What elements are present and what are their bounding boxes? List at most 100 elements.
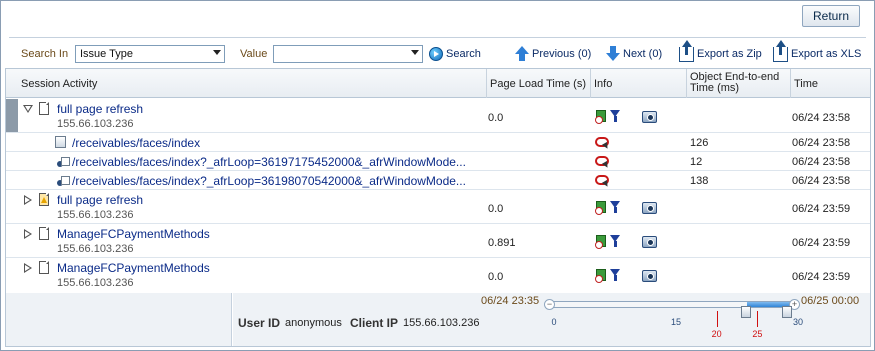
chevron-down-icon xyxy=(411,50,419,55)
export-xls-label: Export as XLS xyxy=(791,48,862,60)
column-header-time[interactable]: Time xyxy=(790,69,870,98)
ajax-request-icon xyxy=(57,157,70,167)
column-header-session-activity[interactable]: Session Activity xyxy=(18,69,486,98)
return-button[interactable]: Return xyxy=(802,5,860,27)
search-button-label: Search xyxy=(446,48,481,60)
time-axis-tick-label: 15 xyxy=(670,317,682,327)
page-icon xyxy=(39,227,49,240)
row-title-link[interactable]: /receivables/faces/index?_afrLoop=361971… xyxy=(72,155,466,169)
ajax-request-icon xyxy=(57,176,70,186)
range-start-label: 06/24 23:35 xyxy=(481,295,540,307)
table-row[interactable]: full page refresh 155.66.103.236 0.0 06/… xyxy=(6,190,870,224)
object-info-icon[interactable] xyxy=(595,200,607,215)
time-marker-label: 25 xyxy=(752,329,763,339)
previous-button-label: Previous (0) xyxy=(532,48,592,60)
chevron-right-icon xyxy=(24,195,32,205)
time-marker-line xyxy=(716,311,718,327)
row-title-link[interactable]: /receivables/faces/index xyxy=(72,136,200,150)
table-row[interactable]: /receivables/faces/index?_afrLoop=361971… xyxy=(6,152,870,171)
table-row[interactable]: /receivables/faces/index 126 06/24 23:58 xyxy=(6,133,870,152)
minus-icon[interactable]: − xyxy=(544,299,555,310)
next-button[interactable]: Next (0) xyxy=(606,45,662,63)
time-axis-tick-label: 0 xyxy=(551,317,557,327)
search-in-select[interactable]: Issue Type xyxy=(75,45,225,63)
row-title-link[interactable]: full page refresh xyxy=(57,102,143,116)
row-ip: 155.66.103.236 xyxy=(57,118,134,130)
table-row[interactable]: ManageFCPaymentMethods 155.66.103.236 0.… xyxy=(6,224,870,258)
export-zip-button[interactable]: Export as Zip xyxy=(679,39,762,63)
row-time: 06/24 23:59 xyxy=(792,271,851,283)
range-end-label: 06/25 00:00 xyxy=(801,295,860,307)
row-page-load: 0.0 xyxy=(488,271,504,283)
client-ip-label: Client IP xyxy=(350,316,399,330)
page-icon xyxy=(39,102,49,115)
time-axis-tick-label: 30 xyxy=(792,317,804,327)
object-info-icon[interactable] xyxy=(595,234,607,249)
row-time: 06/24 23:59 xyxy=(792,203,851,215)
row-ip: 155.66.103.236 xyxy=(57,277,134,289)
footer-left-panel xyxy=(6,293,232,346)
row-title-link[interactable]: /receivables/faces/index?_afrLoop=361980… xyxy=(72,174,466,188)
time-range-slider[interactable]: − + xyxy=(544,299,800,318)
search-button[interactable]: Search xyxy=(429,45,481,63)
row-page-load: 0.891 xyxy=(488,237,516,249)
search-toolbar: Search In Issue Type Value Search Previo… xyxy=(1,39,874,67)
row-ip: 155.66.103.236 xyxy=(57,243,134,255)
table-row[interactable]: ManageFCPaymentMethods 155.66.103.236 0.… xyxy=(6,258,870,293)
footer-main-panel: User ID anonymous Client IP 155.66.103.2… xyxy=(233,293,870,346)
footer-bar: User ID anonymous Client IP 155.66.103.2… xyxy=(5,293,871,347)
client-ip-value: 155.66.103.236 xyxy=(403,317,480,329)
value-select[interactable] xyxy=(273,45,423,63)
row-title-link[interactable]: ManageFCPaymentMethods xyxy=(57,227,210,241)
screenshot-icon[interactable] xyxy=(642,236,657,248)
filter-icon[interactable] xyxy=(610,201,620,213)
row-selector xyxy=(6,224,18,257)
previous-button[interactable]: Previous (0) xyxy=(515,45,591,63)
top-bar: Return xyxy=(1,1,874,37)
column-header-object-e2e-time[interactable]: Object End-to-end Time (ms) xyxy=(686,69,790,98)
redirect-loop-icon[interactable] xyxy=(595,137,609,149)
page-icon xyxy=(39,261,49,274)
session-activity-table: Session Activity Page Load Time (s) Info… xyxy=(5,68,871,294)
row-ip: 155.66.103.236 xyxy=(57,209,134,221)
export-xls-button[interactable]: Export as XLS xyxy=(773,39,862,63)
expand-toggle[interactable] xyxy=(23,103,33,113)
table-row[interactable]: full page refresh 155.66.103.236 0.0 06/… xyxy=(6,99,870,133)
next-button-label: Next (0) xyxy=(623,48,663,60)
row-time: 06/24 23:58 xyxy=(792,112,851,124)
user-id-label: User ID xyxy=(238,316,281,330)
object-info-icon[interactable] xyxy=(595,109,607,124)
range-start-handle[interactable] xyxy=(740,306,751,318)
screenshot-icon[interactable] xyxy=(642,111,657,123)
export-zip-label: Export as Zip xyxy=(697,48,762,60)
filter-icon[interactable] xyxy=(610,110,620,122)
arrow-down-icon xyxy=(606,46,620,62)
redirect-loop-icon[interactable] xyxy=(595,175,609,187)
row-time: 06/24 23:59 xyxy=(792,237,851,249)
expand-toggle[interactable] xyxy=(23,229,33,239)
search-in-value: Issue Type xyxy=(80,48,133,60)
row-page-load: 0.0 xyxy=(488,203,504,215)
object-info-icon[interactable] xyxy=(595,268,607,283)
chevron-down-icon xyxy=(23,105,33,113)
column-header-info[interactable]: Info xyxy=(590,69,686,98)
redirect-loop-icon[interactable] xyxy=(595,156,609,168)
expand-toggle[interactable] xyxy=(23,263,33,273)
screenshot-icon[interactable] xyxy=(642,202,657,214)
row-selector xyxy=(6,190,18,223)
screenshot-icon[interactable] xyxy=(642,270,657,282)
row-title-link[interactable]: full page refresh xyxy=(57,193,143,207)
column-header-page-load-time[interactable]: Page Load Time (s) xyxy=(486,69,590,98)
row-title-link[interactable]: ManageFCPaymentMethods xyxy=(57,261,210,275)
table-row[interactable]: /receivables/faces/index?_afrLoop=361980… xyxy=(6,171,870,190)
row-page-load: 0.0 xyxy=(488,112,504,124)
go-icon xyxy=(429,47,443,61)
range-end-handle[interactable] xyxy=(782,306,792,318)
row-e2e-time: 138 xyxy=(690,175,709,187)
expand-toggle[interactable] xyxy=(23,195,33,205)
time-marker-line xyxy=(757,311,759,327)
filter-icon[interactable] xyxy=(610,235,620,247)
filter-icon[interactable] xyxy=(610,269,620,281)
chevron-right-icon xyxy=(24,229,32,239)
row-selector xyxy=(6,99,18,132)
